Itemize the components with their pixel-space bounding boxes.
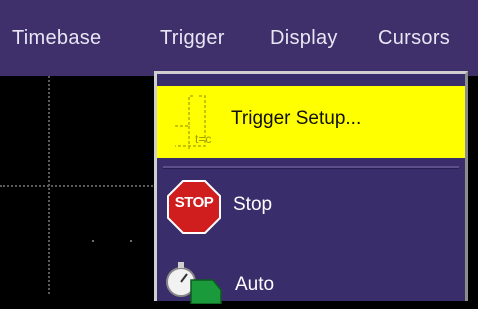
grid-dot (130, 240, 132, 242)
trigger-dropdown-menu: t=c Trigger Setup... STOP Stop Auto (154, 71, 468, 305)
menu-separator (163, 166, 459, 169)
menu-bar: Timebase Trigger Display Cursors (0, 0, 478, 76)
stop-icon-text: STOP (174, 194, 214, 211)
trigger-icon-text: t=c (195, 132, 212, 146)
auto-label: Auto (235, 274, 275, 295)
menu-item-stop[interactable]: STOP Stop (157, 174, 465, 238)
menu-trigger[interactable]: Trigger (160, 0, 225, 76)
grid-dot (92, 240, 94, 242)
menu-cursors[interactable]: Cursors (378, 0, 450, 76)
stopwatch-go-icon (163, 260, 233, 305)
menu-timebase[interactable]: Timebase (12, 0, 101, 76)
trigger-setup-label: Trigger Setup... (231, 108, 362, 129)
menu-item-trigger-setup[interactable]: t=c Trigger Setup... (157, 86, 465, 158)
menu-item-auto[interactable]: Auto (157, 254, 465, 305)
menu-display[interactable]: Display (270, 0, 338, 76)
grid-horizontal-line (0, 185, 160, 187)
stop-label: Stop (233, 194, 273, 215)
trigger-setup-icon: t=c (175, 90, 231, 154)
